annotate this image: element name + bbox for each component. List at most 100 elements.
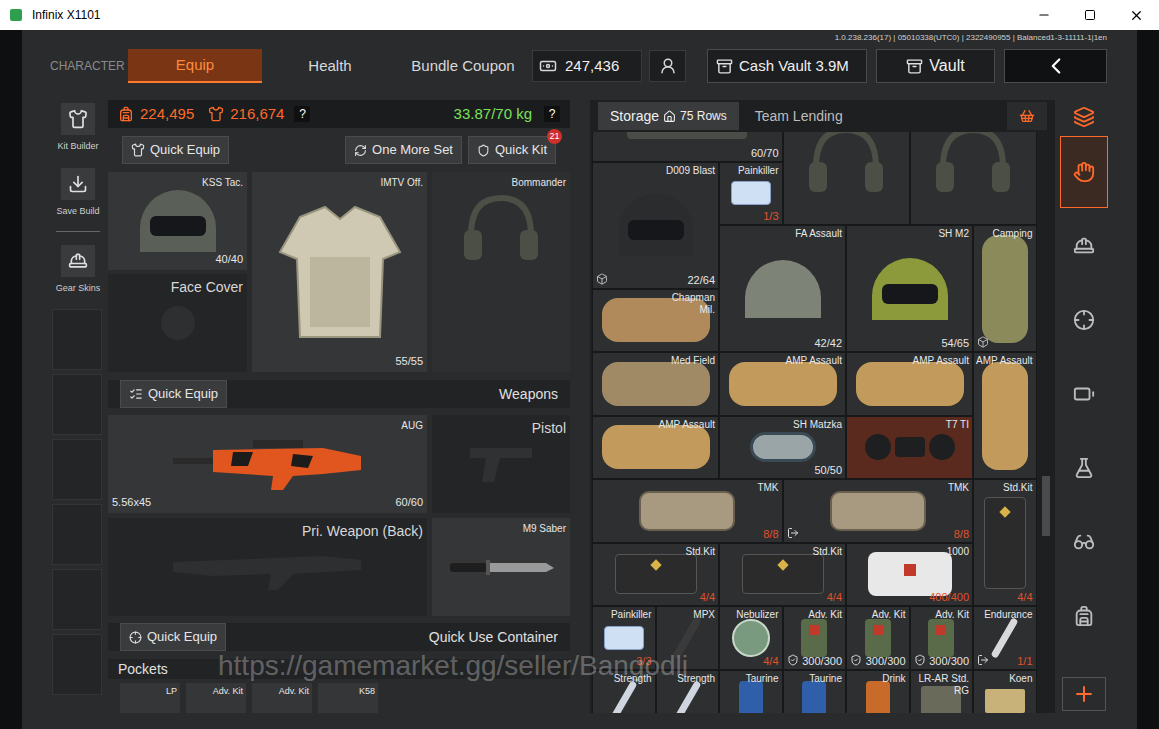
empty-slot[interactable] xyxy=(52,374,102,435)
category-tab[interactable] xyxy=(1060,432,1108,504)
storage-tab[interactable]: Storage75 Rows xyxy=(598,102,739,130)
add-button[interactable] xyxy=(1062,677,1106,711)
armor-slot[interactable]: IMTV Off.55/55 xyxy=(252,172,427,372)
empty-slot[interactable] xyxy=(52,309,102,370)
storage-item[interactable]: SH M254/65 xyxy=(846,225,973,352)
back-weapon-slot[interactable]: Pri. Weapon (Back) xyxy=(108,518,427,616)
sort-button[interactable] xyxy=(1007,102,1047,130)
storage-item[interactable]: FA Assault42/42 xyxy=(719,225,846,352)
close-button[interactable] xyxy=(1113,0,1159,30)
bag-icon xyxy=(602,425,710,469)
storage-item[interactable]: SH Matzka50/50 xyxy=(719,416,846,480)
empty-slot[interactable] xyxy=(52,569,102,630)
storage-item[interactable]: AMP Assault xyxy=(719,352,846,416)
maximize-button[interactable] xyxy=(1067,0,1113,30)
weight-help-button[interactable]: ? xyxy=(544,106,560,122)
layers-icon[interactable] xyxy=(1073,106,1095,128)
storage-item[interactable] xyxy=(783,132,910,225)
storage-item[interactable]: Adv. Kit300/300 xyxy=(783,606,847,670)
storage-item[interactable]: Endurance1/1 xyxy=(973,606,1037,670)
category-tab[interactable] xyxy=(1060,210,1108,282)
storage-item[interactable] xyxy=(910,132,1037,225)
storage-item[interactable]: T7 TI xyxy=(846,416,973,480)
storage-item[interactable]: Camping xyxy=(973,225,1037,352)
category-tab[interactable] xyxy=(1060,358,1108,430)
one-more-set-button[interactable]: One More Set xyxy=(345,136,462,164)
storage-item[interactable]: Taurine xyxy=(783,670,847,714)
pocket-slot[interactable]: Adv. Kit xyxy=(252,683,312,713)
primary-weapon-slot[interactable]: AUG5.56x4560/60 xyxy=(108,415,427,513)
nav-tab[interactable]: Equip xyxy=(128,49,262,83)
storage-item[interactable]: Strength xyxy=(592,670,656,714)
storage-item[interactable]: Drink xyxy=(846,670,910,714)
headset-slot[interactable]: Bommander xyxy=(432,172,570,372)
storage-item[interactable]: MPX xyxy=(656,606,720,670)
storage-item[interactable]: Chapman Mil. xyxy=(592,289,719,353)
vault-button[interactable]: Vault xyxy=(876,49,995,83)
sidebar-item[interactable]: Kit Builder xyxy=(48,100,108,157)
face-cover-slot[interactable]: Face Cover xyxy=(108,274,247,372)
bag-icon xyxy=(982,235,1028,343)
sidebar-item[interactable]: Save Build xyxy=(48,165,108,222)
category-tab[interactable] xyxy=(1060,284,1108,356)
melee-slot[interactable]: M9 Saber xyxy=(432,518,570,616)
storage-item[interactable]: Painkiller1/3 xyxy=(719,162,783,226)
storage-item[interactable]: TMK8/8 xyxy=(592,479,783,543)
category-tab[interactable] xyxy=(1060,506,1108,578)
storage-tab[interactable]: Team Lending xyxy=(743,102,855,130)
storage-item[interactable]: Std.Kit4/4 xyxy=(592,543,719,607)
minimize-button[interactable] xyxy=(1021,0,1067,30)
storage-item[interactable]: AMP Assault xyxy=(592,416,719,480)
storage-item[interactable]: 1000400/400 xyxy=(846,543,973,607)
profile-button[interactable] xyxy=(649,50,686,82)
quick-kit-button[interactable]: Quick Kit xyxy=(468,136,556,164)
back-button[interactable] xyxy=(1004,49,1107,83)
storage-item[interactable]: Adv. Kit300/300 xyxy=(846,606,910,670)
storage-item[interactable]: Strength xyxy=(656,670,720,714)
storage-item[interactable]: Taurine xyxy=(719,670,783,714)
category-tab[interactable] xyxy=(1060,136,1108,208)
storage-item[interactable]: Adv. Kit300/300 xyxy=(910,606,974,670)
storage-grid-view: 60/70D009 Blast22/64Painkiller1/3FA Assa… xyxy=(592,132,1037,713)
item-count: 4/4 xyxy=(827,591,842,603)
storage-item[interactable]: Painkiller3/3 xyxy=(592,606,656,670)
storage-item[interactable]: 60/70 xyxy=(592,132,783,162)
nav-tab[interactable]: Bundle Coupon xyxy=(398,49,528,83)
help-button[interactable]: ? xyxy=(294,106,310,122)
empty-slot[interactable] xyxy=(52,634,102,695)
bag-icon xyxy=(729,362,837,406)
sidebar-item[interactable]: Gear Skins xyxy=(48,242,108,299)
pistol-slot[interactable]: Pistol xyxy=(432,415,570,513)
storage-item[interactable]: Std.Kit4/4 xyxy=(719,543,846,607)
box-icon xyxy=(977,336,989,348)
scroll-thumb[interactable] xyxy=(1042,476,1050,536)
storage-item[interactable]: D009 Blast22/64 xyxy=(592,162,719,289)
weapons-quick-equip-button[interactable]: Quick Equip xyxy=(120,380,227,408)
cash-vault-button[interactable]: Cash Vault 3.9M xyxy=(707,49,867,83)
storage-item[interactable]: Koen xyxy=(973,670,1037,714)
category-tab[interactable] xyxy=(1060,580,1108,652)
scrollbar[interactable] xyxy=(1041,132,1051,713)
gear-value-icon xyxy=(208,106,224,122)
pocket-slot[interactable]: Adv. Kit xyxy=(186,683,246,713)
empty-slot[interactable] xyxy=(52,439,102,500)
storage-item[interactable]: Nebulizer4/4 xyxy=(719,606,783,670)
can-icon xyxy=(802,681,826,713)
pocket-slot[interactable]: LP xyxy=(120,683,180,713)
storage-item[interactable]: AMP Assault xyxy=(846,352,973,416)
pocket-slot[interactable]: K58 xyxy=(318,683,378,713)
storage-item[interactable]: LR-AR Std. RG xyxy=(910,670,974,714)
item-name: AMP Assault xyxy=(912,355,969,367)
storage-item[interactable]: Med Field xyxy=(592,352,719,416)
category-icon xyxy=(1073,235,1095,257)
nav-tab[interactable]: Health xyxy=(262,49,398,83)
helmet-slot[interactable]: KSS Tac.40/40 xyxy=(108,172,247,270)
game-area: 1.0.238.236(17) | 05010338(UTC0) | 23224… xyxy=(22,30,1137,729)
quick-equip-button[interactable]: Quick Equip xyxy=(122,136,229,164)
quick-use-equip-button[interactable]: Quick Equip xyxy=(120,623,226,651)
storage-item[interactable]: TMK8/8 xyxy=(783,479,974,543)
item-name: LR-AR Std. RG xyxy=(911,673,970,697)
storage-item[interactable]: AMP Assault xyxy=(973,352,1037,479)
storage-item[interactable]: Std.Kit4/4 xyxy=(973,479,1037,606)
empty-slot[interactable] xyxy=(52,504,102,565)
